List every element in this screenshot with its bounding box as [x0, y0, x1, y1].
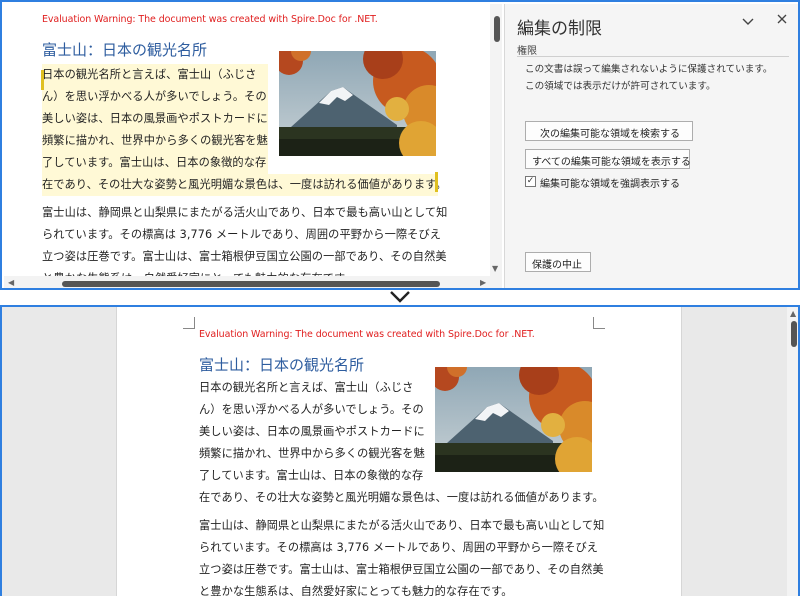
horizontal-scroll-thumb[interactable]	[62, 281, 440, 287]
margin-corner-mark	[183, 317, 195, 329]
stop-protection-button[interactable]: 保護の中止	[525, 252, 591, 272]
paragraph-1: 日本の観光名所と言えば、富士山（ふじさ ん）を思い浮かべる人が多いでしょう。その…	[42, 64, 268, 174]
vertical-scroll-thumb[interactable]	[791, 321, 797, 347]
mount-fuji-photo	[435, 367, 592, 472]
para1-line: 了しています。富士山は、日本の象徴的な存	[199, 469, 424, 482]
document-page[interactable]: Evaluation Warning: The document was cre…	[116, 307, 682, 596]
para2-line: られています。その標高は 3,776 メートルであり、周囲の平野から一際そびえ	[199, 541, 599, 554]
restrict-editing-pane: 編集の制限 権限 この文書は誤って編集されないように保護されています。 この領域…	[504, 4, 798, 288]
highlight-editable-regions-label: 編集可能な領域を強調表示する	[540, 179, 680, 190]
editable-region-start-marker	[41, 70, 44, 90]
editable-region-end-marker	[435, 172, 438, 192]
permissions-section-label: 権限	[517, 46, 537, 57]
para1-line: 美しい姿は、日本の風景画やポストカードに	[199, 425, 425, 438]
para1-line: ん）を思い浮かべる人が多いでしょう。その	[199, 403, 424, 416]
section-divider	[517, 56, 789, 57]
para1-line: ん）を思い浮かべる人が多いでしょう。その	[42, 90, 267, 103]
find-next-editable-region-button[interactable]: 次の編集可能な領域を検索する	[525, 121, 693, 141]
scroll-up-icon[interactable]: ▲	[790, 309, 796, 318]
para2-line: と豊かな生態系は、自然愛好家にとっても魅力的な存在です。	[42, 268, 482, 276]
vertical-scroll-thumb[interactable]	[494, 16, 500, 42]
before-view: Evaluation Warning: The document was cre…	[0, 0, 800, 290]
scroll-right-icon[interactable]: ▶	[480, 278, 486, 287]
highlight-editable-regions-checkbox[interactable]: ✓	[525, 176, 536, 187]
evaluation-warning: Evaluation Warning: The document was cre…	[42, 14, 378, 25]
paragraph-2: 富士山は、静岡県と山梨県にまたがる活火山であり、日本で最も高い山として知 られて…	[199, 515, 605, 596]
para2-line: られています。その標高は 3,776 メートルであり、周囲の平野から一際そびえ	[42, 228, 442, 241]
vertical-scrollbar[interactable]	[490, 4, 502, 276]
evaluation-warning: Evaluation Warning: The document was cre…	[199, 329, 535, 340]
margin-corner-mark	[593, 317, 605, 329]
para1-line: 了しています。富士山は、日本の象徴的な存	[42, 156, 267, 169]
paragraph-2: 富士山は、静岡県と山梨県にまたがる活火山であり、日本で最も高い山として知 られて…	[42, 202, 482, 276]
protection-message: この領域では表示だけが許可されています。	[525, 81, 716, 92]
mount-fuji-photo	[279, 51, 436, 156]
para1-line: 日本の観光名所と言えば、富士山（ふじさ	[42, 68, 257, 81]
paragraph-1: 日本の観光名所と言えば、富士山（ふじさ ん）を思い浮かべる人が多いでしょう。その…	[199, 377, 425, 487]
para2-line: と豊かな生態系は、自然愛好家にとっても魅力的な存在です。	[199, 585, 513, 596]
para1-line: 美しい姿は、日本の風景画やポストカードに	[42, 112, 268, 125]
chevron-down-icon[interactable]	[741, 16, 755, 30]
para2-line: 立つ姿は圧巻です。富士山は、富士箱根伊豆国立公園の一部であり、その自然美	[199, 563, 604, 576]
scroll-down-icon[interactable]: ▼	[492, 264, 498, 273]
para2-line: 富士山は、静岡県と山梨県にまたがる活火山であり、日本で最も高い山として知	[42, 206, 448, 219]
close-icon[interactable]	[776, 13, 788, 29]
para1-line: 頻繁に描かれ、世界中から多くの観光客を魅	[42, 134, 268, 147]
para2-line: 富士山は、静岡県と山梨県にまたがる活火山であり、日本で最も高い山として知	[199, 519, 605, 532]
para1-last-line: 在であり、その壮大な姿勢と風光明媚な景色は、一度は訪れる価値があります。	[42, 174, 447, 196]
vertical-scrollbar[interactable]	[787, 307, 798, 596]
para1-line: 日本の観光名所と言えば、富士山（ふじさ	[199, 381, 414, 394]
scroll-left-icon[interactable]: ◀	[8, 278, 14, 287]
show-all-editable-regions-button[interactable]: すべての編集可能な領域を表示する	[525, 149, 691, 169]
para2-line: 立つ姿は圧巻です。富士山は、富士箱根伊豆国立公園の一部であり、その自然美	[42, 250, 447, 263]
protection-message: この文書は誤って編集されないように保護されています。	[525, 64, 773, 75]
after-view: Evaluation Warning: The document was cre…	[0, 305, 800, 596]
para1-line: 頻繁に描かれ、世界中から多くの観光客を魅	[199, 447, 425, 460]
para1-last-line: 在であり、その壮大な姿勢と風光明媚な景色は、一度は訪れる価値があります。	[199, 491, 604, 504]
arrow-down-icon	[389, 289, 411, 305]
pane-title: 編集の制限	[517, 19, 602, 39]
document-area[interactable]: Evaluation Warning: The document was cre…	[4, 4, 490, 276]
